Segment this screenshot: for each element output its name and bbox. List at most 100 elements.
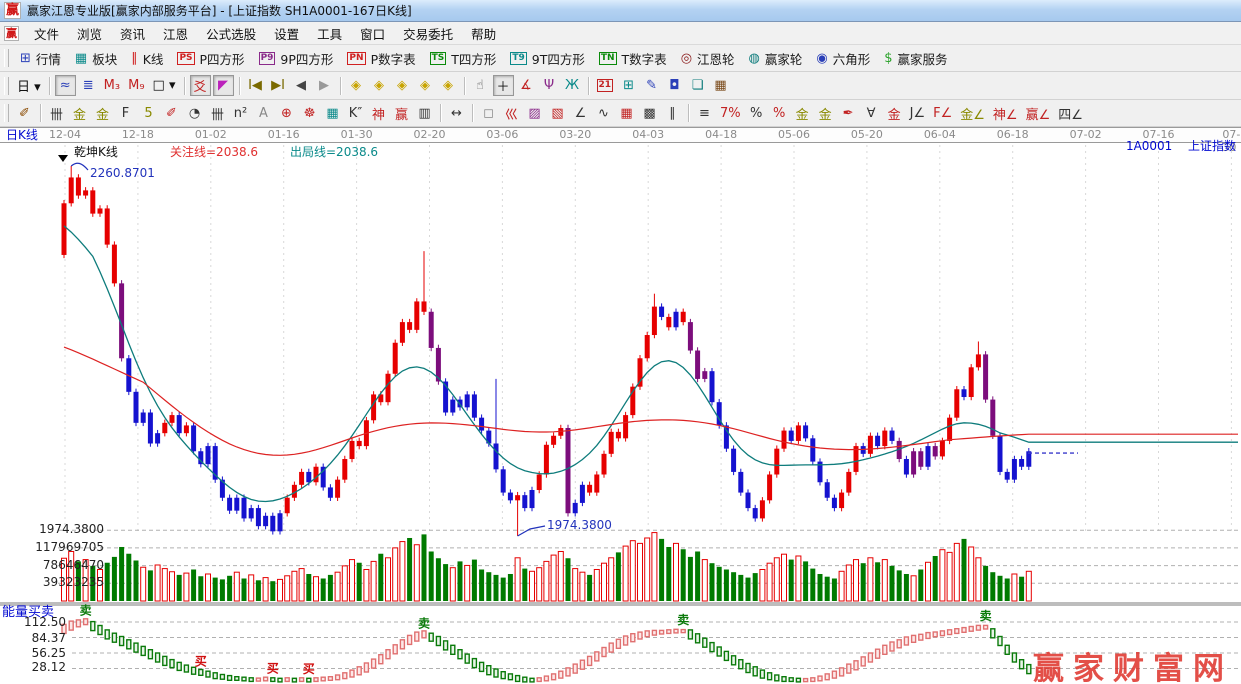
last-page-button[interactable]: ▶Ⅰ xyxy=(268,75,289,96)
toolbar-grip[interactable] xyxy=(4,77,9,95)
box-ruler-button[interactable]: ▥ xyxy=(414,103,435,124)
winner-wheel-button[interactable]: ◍赢家轮 xyxy=(742,49,810,68)
gann-wheel-button[interactable]: ◎江恩轮 xyxy=(674,49,742,68)
price-grid-button[interactable]: ▦ xyxy=(616,103,637,124)
zigzag-button[interactable]: ∿ xyxy=(593,103,614,124)
grid-arrow-button[interactable]: ▩ xyxy=(639,103,660,124)
kline-button[interactable]: ∥K线 xyxy=(124,49,170,68)
cup-tool-button[interactable]: ∀ xyxy=(861,103,882,124)
report-list-button[interactable]: ≣ xyxy=(78,75,99,96)
p-square-button[interactable]: PSP四方形 xyxy=(170,49,251,68)
menu-item-1[interactable]: 浏览 xyxy=(68,24,111,43)
menu-item-9[interactable]: 帮助 xyxy=(462,24,505,43)
percent-7-button[interactable]: 7% xyxy=(717,103,744,124)
calculator-button[interactable]: ⊞ xyxy=(618,75,639,96)
color-bars-button[interactable]: ◤ xyxy=(213,75,234,96)
a-line-button[interactable]: A xyxy=(253,103,274,124)
mini-chart-3-button[interactable]: M₃ xyxy=(101,75,123,96)
time-hash-button[interactable]: 卌 xyxy=(207,103,228,124)
zoom-out-x-button[interactable]: ◈ xyxy=(346,75,367,96)
menu-item-8[interactable]: 交易委托 xyxy=(394,24,462,43)
gold-angle-button[interactable]: 金∠ xyxy=(957,103,988,124)
gold-circle-button[interactable]: 金 xyxy=(792,103,813,124)
quotes-button[interactable]: ⊞行情 xyxy=(13,49,68,68)
spiral-5-button[interactable]: 5 xyxy=(138,103,159,124)
candle-style-button[interactable]: □ ▾ xyxy=(150,75,179,96)
trade-cart-button[interactable]: ▦ xyxy=(710,75,731,96)
menu-item-0[interactable]: 文件 xyxy=(25,24,68,43)
fan-box-purple-button[interactable]: ▨ xyxy=(524,103,545,124)
next-page-button[interactable]: ▶ xyxy=(314,75,335,96)
menu-item-4[interactable]: 公式选股 xyxy=(197,24,265,43)
gold-line-button[interactable]: 金 xyxy=(815,103,836,124)
menu-item-3[interactable]: 江恩 xyxy=(154,24,197,43)
toolbar-grip[interactable] xyxy=(4,49,9,67)
win-tool-button[interactable]: 赢 xyxy=(391,103,412,124)
menu-item-5[interactable]: 设置 xyxy=(265,24,308,43)
prev-page-button[interactable]: ◀ xyxy=(291,75,312,96)
shen-angle-button[interactable]: 神∠ xyxy=(990,103,1021,124)
zoom-in-x-button[interactable]: ◈ xyxy=(369,75,390,96)
ink-brush-button[interactable]: ✒ xyxy=(838,103,859,124)
shen-tool-button[interactable]: 神 xyxy=(368,103,389,124)
parallel-lines-button[interactable]: ∥ xyxy=(662,103,683,124)
winner-service-button[interactable]: $赢家服务 xyxy=(877,49,954,68)
percent-line-button[interactable]: % xyxy=(769,103,790,124)
red-pen-button[interactable]: ✐ xyxy=(161,103,182,124)
n-square-button[interactable]: n² xyxy=(230,103,251,124)
f-angle-button[interactable]: F∠ xyxy=(930,103,955,124)
time-grid-button[interactable]: 卌 xyxy=(46,103,67,124)
compress-y-button[interactable]: ◈ xyxy=(415,75,436,96)
angle-measure-button[interactable]: ∡ xyxy=(516,75,537,96)
export-button[interactable]: ❏ xyxy=(687,75,708,96)
fit-screen-button[interactable]: ◈ xyxy=(438,75,459,96)
angle-lines-button[interactable]: ∠ xyxy=(570,103,591,124)
rect-tool-button[interactable]: ◻ xyxy=(478,103,499,124)
width-measure-button[interactable]: ↔ xyxy=(446,103,467,124)
star-circle-button[interactable]: ☸ xyxy=(299,103,320,124)
t-table-button[interactable]: TNT数字表 xyxy=(592,49,674,68)
pattern-tool-button[interactable]: 爻 xyxy=(190,75,211,96)
sectors-button[interactable]: ▦板块 xyxy=(68,49,124,68)
percent-button[interactable]: % xyxy=(746,103,767,124)
level-lines-button[interactable]: ≡ xyxy=(694,103,715,124)
period-daily-button[interactable]: 日 ▾ xyxy=(14,75,44,96)
crosshair-button[interactable]: ＋ xyxy=(493,75,514,96)
t-square-button[interactable]: TST四方形 xyxy=(423,49,504,68)
four-angle-button[interactable]: 四∠ xyxy=(1055,103,1086,124)
hexagon-button[interactable]: ◉六角形 xyxy=(809,49,877,68)
menu-item-2[interactable]: 资讯 xyxy=(111,24,154,43)
trend-chart-button[interactable]: ≈ xyxy=(55,75,76,96)
fan-box-red-button[interactable]: ▧ xyxy=(547,103,568,124)
gold-gate-1-button[interactable]: 金 xyxy=(69,103,90,124)
menu-item-6[interactable]: 工具 xyxy=(308,24,351,43)
expand-x-button[interactable]: ◈ xyxy=(392,75,413,96)
menu-item-7[interactable]: 窗口 xyxy=(351,24,394,43)
j-angle-button[interactable]: J∠ xyxy=(907,103,929,124)
k-mark-button[interactable]: K″ xyxy=(345,103,366,124)
save-button[interactable]: ◘ xyxy=(664,75,685,96)
gold-under-button[interactable]: 金 xyxy=(884,103,905,124)
date-tick-label: 12-18 xyxy=(122,128,154,141)
pen-button[interactable]: ✐ xyxy=(14,103,35,124)
time-clock-button[interactable]: ◔ xyxy=(184,103,205,124)
p-table-button[interactable]: PNP数字表 xyxy=(340,49,422,68)
first-page-button[interactable]: Ⅰ◀ xyxy=(245,75,266,96)
gann-shape-button[interactable]: Ψ xyxy=(539,75,560,96)
titlebar[interactable]: 赢 赢家江恩专业版[赢家内部服务平台] - [上证指数 SH1A0001-167… xyxy=(0,0,1241,22)
gold-gate-2-button[interactable]: 金 xyxy=(92,103,113,124)
gann-fan-button[interactable]: 巛 xyxy=(501,103,522,124)
win-angle-button[interactable]: 赢∠ xyxy=(1023,103,1054,124)
kline-chart-canvas[interactable]: 卖卖卖卖买买买 xyxy=(0,127,1241,684)
fib-time-button[interactable]: F xyxy=(115,103,136,124)
circle-cross-button[interactable]: ⊕ xyxy=(276,103,297,124)
calendar-button[interactable]: 21 xyxy=(594,75,617,96)
mini-chart-9-button[interactable]: M₉ xyxy=(125,75,147,96)
9t-square-button[interactable]: T99T四方形 xyxy=(503,49,592,68)
cycle-finder-button[interactable]: Ж xyxy=(562,75,583,96)
toolbar-grip[interactable] xyxy=(4,104,9,122)
grid-circle-button[interactable]: ▦ xyxy=(322,103,343,124)
memo-button[interactable]: ✎ xyxy=(641,75,662,96)
9p-square-button[interactable]: P99P四方形 xyxy=(252,49,341,68)
drag-hand-button[interactable]: ☝ xyxy=(470,75,491,96)
